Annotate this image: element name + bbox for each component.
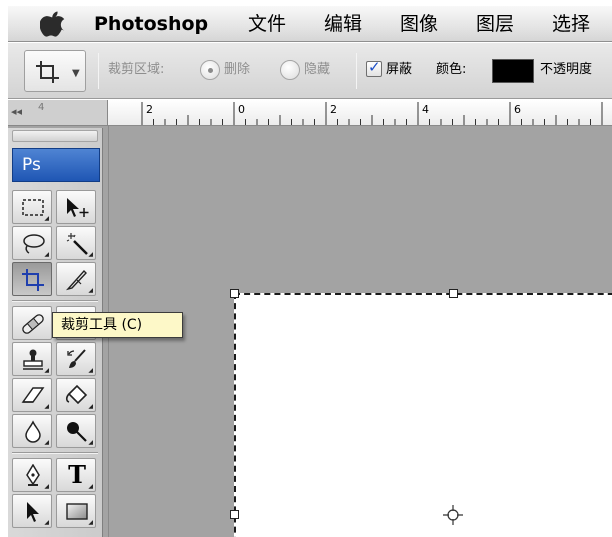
- ruler-label: 0: [238, 103, 245, 116]
- clone-stamp-tool[interactable]: ◢: [12, 342, 52, 376]
- ruler-label: 4: [422, 103, 429, 116]
- submenu-indicator-icon: ◢: [88, 251, 93, 258]
- submenu-indicator-icon: ◢: [44, 519, 49, 526]
- pen-nib-icon: [26, 464, 40, 486]
- blur-tool[interactable]: ◢: [12, 414, 52, 448]
- opacity-label: 不透明度: [540, 62, 593, 77]
- menu-app-name[interactable]: Photoshop: [94, 11, 208, 37]
- options-divider: [98, 53, 99, 89]
- ruler-corner: ◂◂ 4: [8, 100, 108, 126]
- dodge-lollipop-icon: [67, 422, 87, 442]
- menu-bar: Photoshop 文件 编辑 图像 图层 选择: [8, 6, 612, 42]
- menu-layer[interactable]: 图层: [476, 11, 514, 37]
- hide-radio[interactable]: [280, 60, 300, 80]
- crop-handle-top-center[interactable]: [449, 289, 458, 298]
- paint-bucket-icon: [65, 384, 88, 405]
- history-brush-tool[interactable]: ◢: [56, 342, 96, 376]
- pen-tool[interactable]: ◢: [12, 458, 52, 492]
- delete-label: 删除: [224, 62, 251, 77]
- move-tool[interactable]: [56, 190, 96, 224]
- crop-area-label: 裁剪区域:: [108, 62, 165, 77]
- crop-center-crosshair-icon[interactable]: [441, 503, 465, 527]
- crop-handle-middle-left[interactable]: [230, 510, 239, 519]
- dropdown-arrow-icon: ▼: [72, 68, 80, 79]
- submenu-indicator-icon: ◢: [44, 367, 49, 374]
- path-selection-tool[interactable]: ◢: [12, 494, 52, 528]
- shield-checkbox[interactable]: ✓: [366, 58, 382, 77]
- submenu-indicator-icon: ◢: [44, 403, 49, 410]
- photoshop-logo[interactable]: Ps: [12, 148, 100, 182]
- healing-brush-tool[interactable]: [12, 306, 52, 340]
- submenu-indicator-icon: ◢: [88, 439, 93, 446]
- lasso-tool[interactable]: ◢: [12, 226, 52, 260]
- submenu-indicator-icon: ◢: [88, 403, 93, 410]
- submenu-indicator-icon: ◢: [44, 251, 49, 258]
- paint-bucket-tool[interactable]: ◢: [56, 378, 96, 412]
- submenu-indicator-icon: ◢: [88, 367, 93, 374]
- hide-label: 隐藏: [304, 62, 331, 77]
- eraser-icon: [21, 387, 45, 403]
- eraser-tool[interactable]: ◢: [12, 378, 52, 412]
- radio-dot-icon: [208, 68, 213, 73]
- magic-wand-icon: [66, 233, 88, 255]
- checkmark-icon: ✓: [368, 58, 381, 76]
- lasso-icon: [23, 234, 45, 254]
- submenu-indicator-icon: ◢: [88, 287, 93, 294]
- shield-label: 屏蔽: [386, 62, 413, 77]
- toolbox-divider: [12, 452, 98, 454]
- move-arrow-icon: [67, 198, 89, 217]
- shield-color-swatch[interactable]: [492, 59, 534, 83]
- marquee-tool[interactable]: ◢: [12, 190, 52, 224]
- rectangle-shape-icon: [66, 503, 88, 520]
- crop-handle-top-left[interactable]: [230, 289, 239, 298]
- ruler-ticks: 2 0 2 4 6: [141, 102, 603, 125]
- ruler-corner-number: 4: [38, 102, 45, 113]
- bandage-icon: [22, 314, 44, 334]
- rectangular-marquee-icon: [22, 199, 44, 216]
- tool-preset-picker[interactable]: ▼: [24, 50, 86, 92]
- submenu-indicator-icon: ◢: [88, 519, 93, 526]
- crop-marquee[interactable]: [234, 293, 612, 537]
- slice-tool[interactable]: ◢: [56, 262, 96, 296]
- apple-icon[interactable]: [40, 10, 66, 38]
- crop-tool[interactable]: [12, 262, 52, 296]
- submenu-indicator-icon: ◢: [44, 483, 49, 490]
- ruler-label: 2: [146, 103, 153, 116]
- menu-select[interactable]: 选择: [552, 11, 590, 37]
- stamp-icon: [23, 349, 43, 370]
- ruler-label: 6: [514, 103, 521, 116]
- options-divider: [356, 53, 357, 89]
- menu-image[interactable]: 图像: [400, 11, 438, 37]
- horizontal-ruler[interactable]: 2 0 2 4 6: [108, 100, 612, 126]
- collapse-panel-icon[interactable]: ◂◂: [11, 105, 22, 118]
- history-brush-icon: [67, 349, 86, 368]
- options-bar: ▼ 裁剪区域: 删除 隐藏 ✓ 屏蔽 颜色: 不透明度: [8, 43, 612, 99]
- path-select-arrow-icon: [27, 502, 39, 522]
- menu-edit[interactable]: 编辑: [324, 11, 362, 37]
- water-drop-icon: [25, 420, 41, 443]
- dodge-tool[interactable]: ◢: [56, 414, 96, 448]
- toolbox-divider: [12, 300, 98, 302]
- submenu-indicator-icon: ◢: [44, 439, 49, 446]
- submenu-indicator-icon: ◢: [44, 215, 49, 222]
- crop-icon: [36, 61, 59, 83]
- crop-tool-tooltip: 裁剪工具 (C): [52, 312, 183, 338]
- shape-tool[interactable]: ◢: [56, 494, 96, 528]
- submenu-indicator-icon: ◢: [88, 483, 93, 490]
- ruler-label: 2: [330, 103, 337, 116]
- delete-radio[interactable]: [200, 60, 220, 80]
- color-label: 颜色:: [436, 62, 467, 77]
- panel-grip[interactable]: [12, 130, 98, 142]
- type-tool[interactable]: T ◢: [56, 458, 96, 492]
- workspace: ◂◂ 4 2 0 2 4 6 Ps ◢ ◢ ◢ ◢ ◢ ◢ ◢ ◢ ◢ ◢ ◢ …: [8, 100, 612, 537]
- magic-wand-tool[interactable]: ◢: [56, 226, 96, 260]
- slice-knife-icon: [65, 269, 87, 291]
- menu-file[interactable]: 文件: [248, 11, 286, 37]
- crop-icon: [22, 269, 44, 291]
